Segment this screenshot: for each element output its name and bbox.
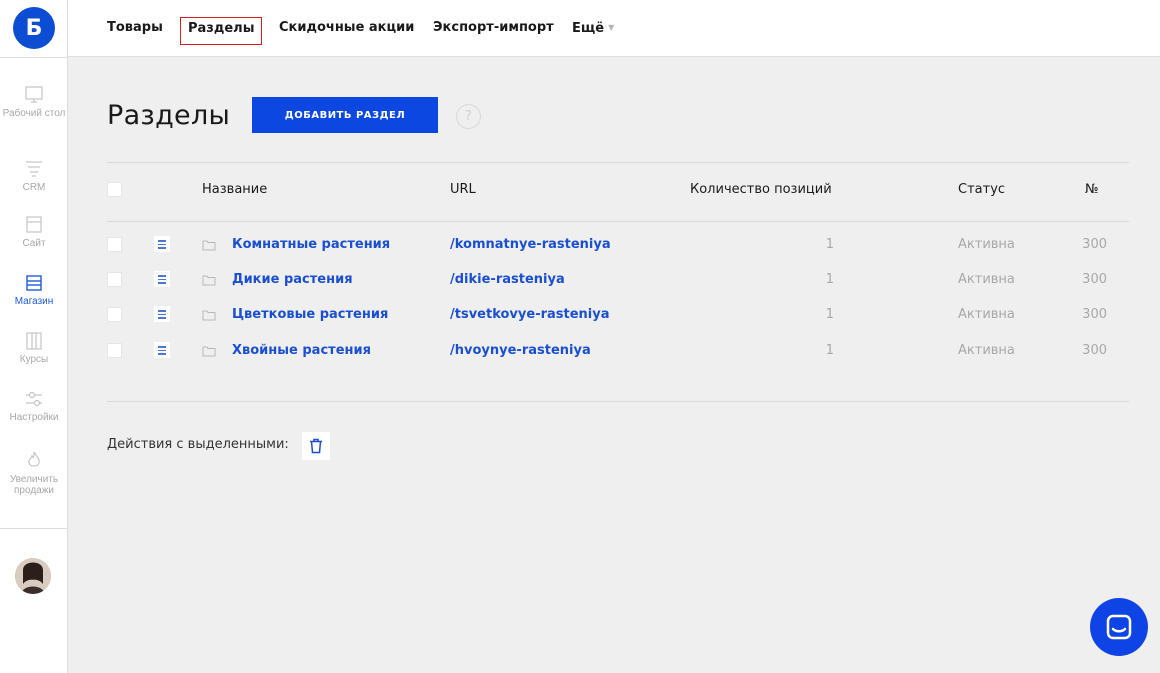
item-count: 1: [825, 307, 834, 322]
section-url-link[interactable]: /hvoynye-rasteniya: [450, 343, 591, 358]
sidebar-item-label: Сайт: [22, 238, 46, 249]
tab-export-import[interactable]: Экспорт-импорт: [426, 17, 561, 45]
sidebar-divider: [0, 528, 68, 529]
row-checkbox[interactable]: [107, 307, 122, 322]
section-url-link[interactable]: /dikie-rasteniya: [450, 272, 565, 287]
divider: [107, 401, 1129, 402]
tab-discounts[interactable]: Скидочные акции: [272, 17, 421, 45]
status-text: Активна: [958, 237, 1015, 252]
funnel-icon: [26, 161, 42, 177]
sidebar-item-label: Курсы: [19, 354, 49, 365]
chat-widget-button[interactable]: [1090, 598, 1148, 656]
help-icon[interactable]: ?: [456, 104, 481, 129]
sidebar-item-label: Настройки: [9, 412, 59, 423]
store-icon: [26, 275, 42, 291]
sidebar-item-store[interactable]: Магазин: [0, 274, 68, 307]
sidebar-item-settings[interactable]: Настройки: [0, 390, 68, 423]
sort-number: 300: [1082, 272, 1107, 287]
flame-icon: [28, 451, 40, 467]
sidebar-item-grow-sales[interactable]: Увеличить продажи: [0, 450, 68, 496]
section-name-link[interactable]: Комнатные растения: [232, 237, 390, 252]
tab-sections[interactable]: Разделы: [180, 17, 263, 45]
row-menu-icon[interactable]: [154, 271, 170, 287]
sidebar-item-crm[interactable]: CRM: [0, 160, 68, 193]
trash-icon: [310, 438, 322, 454]
top-nav: Товары Разделы Скидочные акции Экспорт-и…: [68, 0, 1160, 57]
section-name-link[interactable]: Цветковые растения: [232, 307, 388, 322]
sidebar: Б Рабочий стол CRM Сайт Магазин Курсы На…: [0, 0, 68, 673]
row-menu-icon[interactable]: [154, 306, 170, 322]
chat-icon: [1106, 614, 1132, 640]
row-menu-icon[interactable]: [154, 342, 170, 358]
site-icon: [26, 216, 42, 233]
folder-icon: [202, 310, 216, 321]
monitor-icon: [25, 86, 43, 103]
column-header-number[interactable]: №: [1085, 182, 1099, 197]
sort-number: 300: [1082, 237, 1107, 252]
sliders-icon: [26, 391, 42, 407]
sidebar-item-label: Магазин: [14, 296, 54, 307]
folder-icon: [202, 240, 216, 251]
section-name-link[interactable]: Дикие растения: [232, 272, 353, 287]
section-url-link[interactable]: /komnatnye-rasteniya: [450, 237, 611, 252]
sidebar-item-site[interactable]: Сайт: [0, 216, 68, 249]
sidebar-item-label: Рабочий стол: [2, 108, 66, 119]
folder-icon: [202, 275, 216, 286]
row-checkbox[interactable]: [107, 237, 122, 252]
delete-selected-button[interactable]: [302, 432, 330, 460]
row-checkbox[interactable]: [107, 343, 122, 358]
divider: [107, 162, 1129, 163]
courses-icon: [26, 332, 42, 350]
sidebar-item-desktop[interactable]: Рабочий стол: [0, 86, 68, 119]
folder-icon: [202, 346, 216, 357]
status-text: Активна: [958, 272, 1015, 287]
section-name-link[interactable]: Хвойные растения: [232, 343, 371, 358]
row-checkbox[interactable]: [107, 272, 122, 287]
item-count: 1: [825, 272, 834, 287]
item-count: 1: [825, 343, 834, 358]
page-title: Разделы: [107, 100, 231, 131]
tab-more[interactable]: Ещё ▼: [565, 17, 621, 45]
row-menu-icon[interactable]: [154, 236, 170, 252]
caret-down-icon: ▼: [608, 23, 615, 32]
section-url-link[interactable]: /tsvetkovye-rasteniya: [450, 307, 610, 322]
sidebar-item-label: Увеличить продажи: [9, 474, 59, 496]
column-header-status[interactable]: Статус: [958, 182, 1005, 197]
bulk-actions-label: Действия с выделенными:: [107, 437, 289, 452]
sidebar-item-courses[interactable]: Курсы: [0, 332, 68, 365]
logo[interactable]: Б: [13, 7, 55, 49]
select-all-checkbox[interactable]: [107, 182, 122, 197]
item-count: 1: [825, 237, 834, 252]
sidebar-item-label: CRM: [22, 182, 46, 193]
divider: [107, 221, 1129, 222]
column-header-name[interactable]: Название: [202, 182, 267, 197]
sort-number: 300: [1082, 343, 1107, 358]
add-section-button[interactable]: Добавить раздел: [252, 97, 438, 133]
sidebar-divider: [0, 57, 68, 58]
tab-more-label: Ещё: [572, 21, 605, 36]
sort-number: 300: [1082, 307, 1107, 322]
status-text: Активна: [958, 307, 1015, 322]
column-header-count[interactable]: Количество позиций: [690, 182, 832, 197]
avatar[interactable]: [15, 558, 51, 594]
status-text: Активна: [958, 343, 1015, 358]
column-header-url[interactable]: URL: [450, 182, 476, 197]
tab-products[interactable]: Товары: [100, 17, 170, 45]
